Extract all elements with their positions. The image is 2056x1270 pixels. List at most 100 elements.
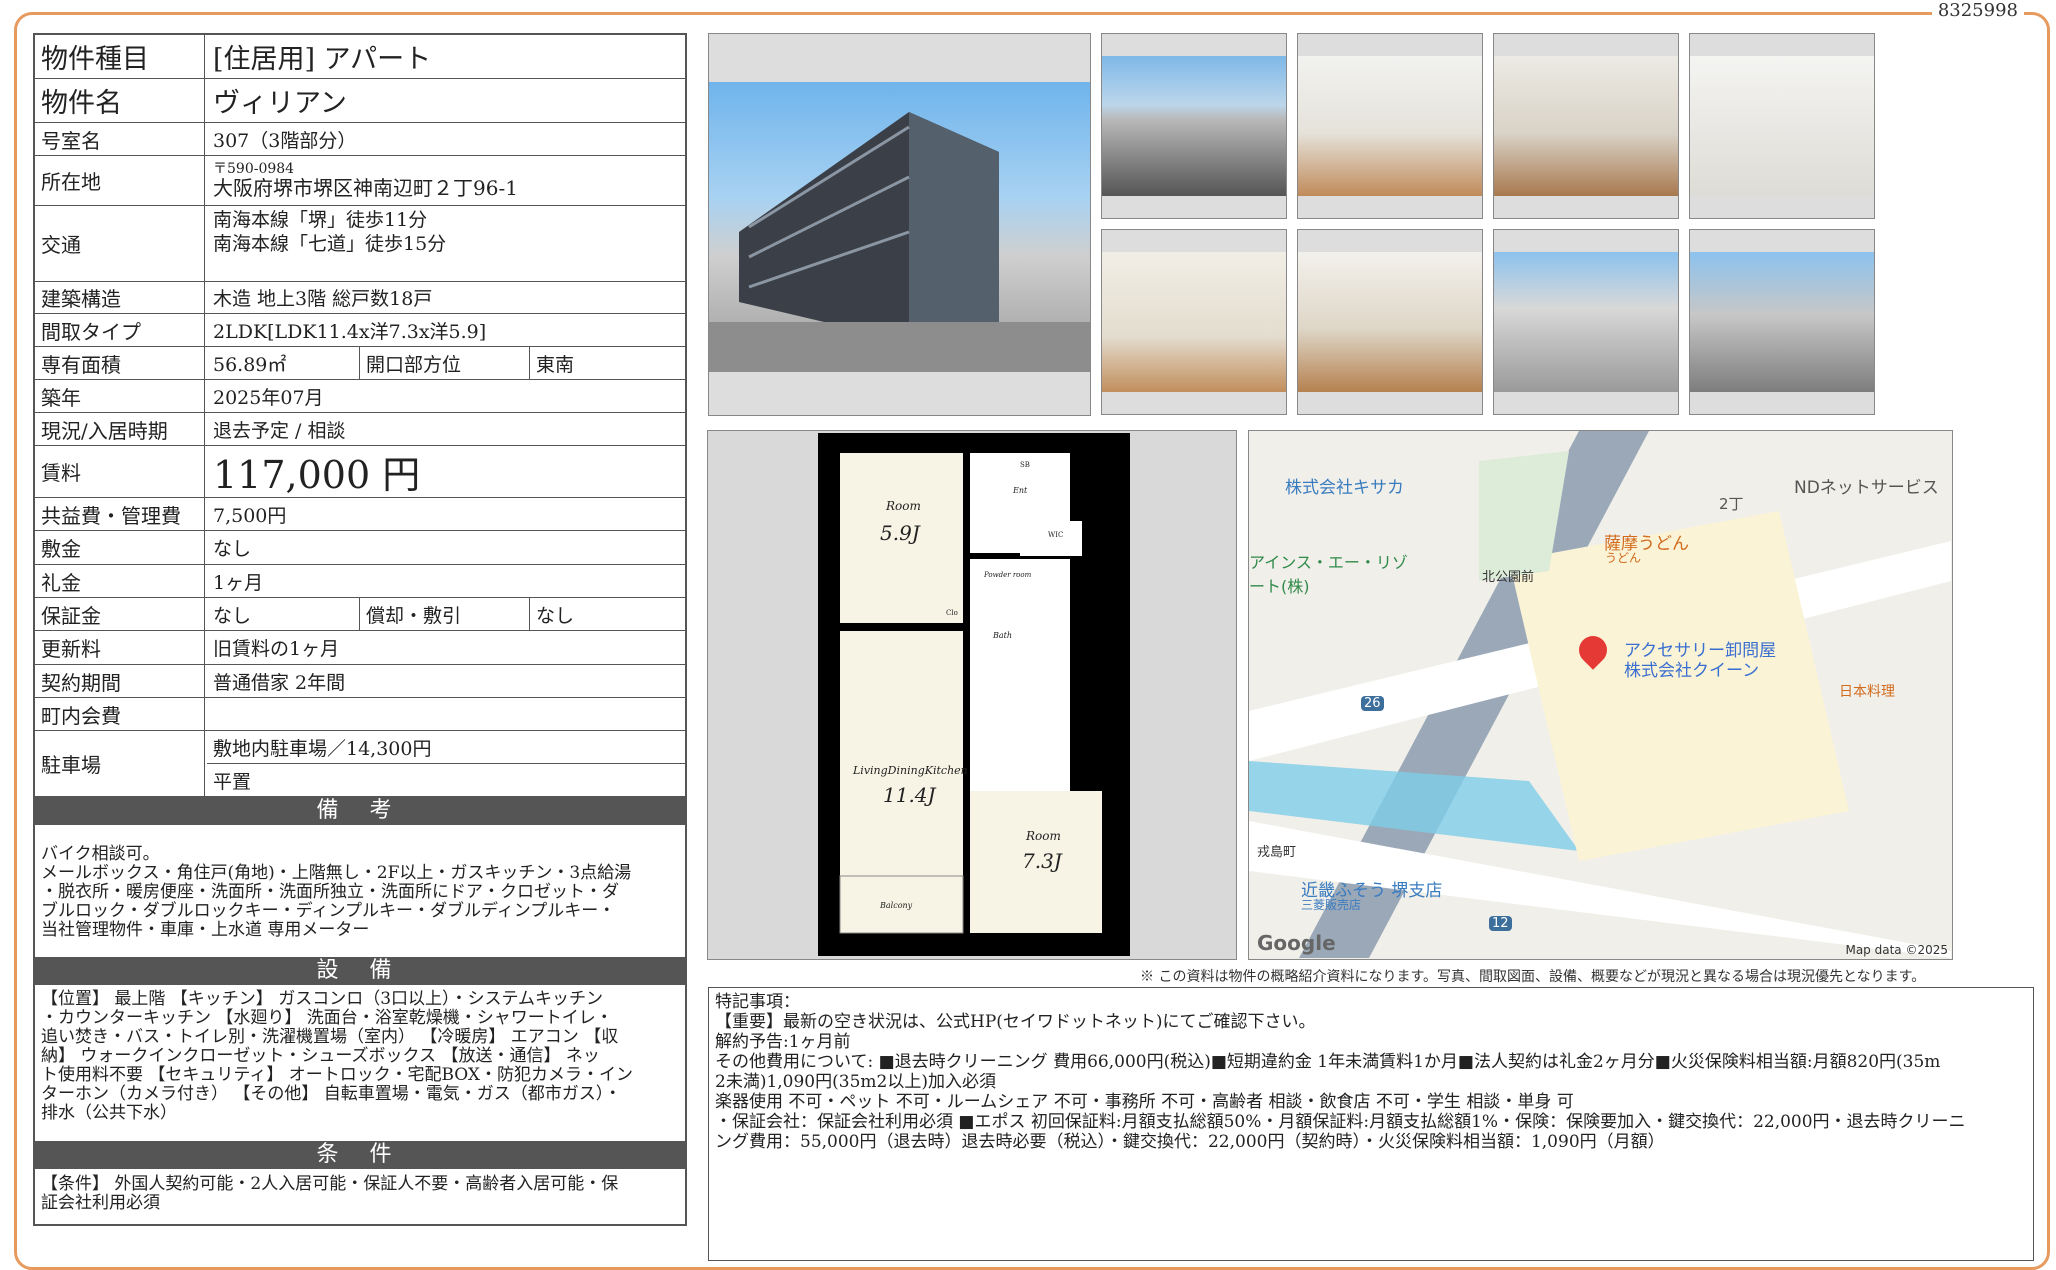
name-label: 物件名: [35, 79, 205, 122]
type-value: [住居用] アパート: [213, 44, 432, 75]
map-label-kisaka: 株式会社キサカ: [1285, 478, 1404, 498]
fp-clo-label: Clo: [946, 609, 958, 617]
amort-value: なし: [529, 598, 685, 630]
town-label: 町内会費: [35, 698, 205, 730]
deposit-value: なし: [213, 538, 252, 560]
fee-value: 7,500円: [213, 504, 287, 527]
map-label-eins: アインス・エー・リゾート(株): [1249, 553, 1408, 596]
amort-label: 償却・敷引: [359, 598, 529, 630]
row-status: 現況/入居時期 退去予定 / 相談: [35, 413, 685, 446]
row-room: 号室名 307（3階部分）: [35, 123, 685, 156]
remarks-title: 備 考: [35, 797, 685, 825]
renewal-value: 旧賃料の1ヶ月: [213, 638, 340, 660]
row-contract: 契約期間 普通借家 2年間: [35, 665, 685, 698]
built-value: 2025年07月: [213, 386, 324, 409]
address-cell: 〒590-0984 大阪府堺市堺区神南辺町２丁96-1: [207, 156, 685, 205]
room-value: 307（3階部分）: [213, 129, 357, 152]
keymoney-label: 礼金: [35, 565, 205, 597]
rent-value: 117,000 円: [213, 453, 421, 497]
conditions-text: 【条件】 外国人契約可能・2人入居可能・保証人不要・高齢者入居可能・保 証会社利…: [41, 1174, 619, 1213]
layout-value: 2LDK[LDK11.4x洋7.3x洋5.9]: [213, 320, 487, 343]
building-illustration: [709, 112, 1090, 372]
parking-label: 駐車場: [35, 731, 205, 796]
property-table: 物件種目 [住居用] アパート 物件名 ヴィリアン 号室名 307（3階部分） …: [33, 33, 687, 1226]
fp-wic-label: WIC: [1048, 531, 1064, 539]
thumb-living[interactable]: [1493, 33, 1679, 219]
thumb-room[interactable]: [1101, 229, 1287, 415]
map-label-queen: 株式会社クイーン: [1624, 661, 1760, 681]
room-label: 号室名: [35, 123, 205, 155]
floor-plan[interactable]: Room 5.9J LivingDiningKitchen 11.4J Room…: [707, 430, 1237, 960]
address-zip: 〒590-0984: [213, 160, 295, 177]
thumb-kitchen[interactable]: [1297, 33, 1483, 219]
remarks-text: バイク相談可。 メールボックス・角住戸(角地)・上階無し・2F以上・ガスキッチン…: [41, 844, 632, 940]
transport-2: 南海本線「七道」徒歩15分: [213, 233, 447, 255]
fp-ldk-size: 11.4J: [883, 783, 936, 807]
direction-label: 開口部方位: [359, 347, 529, 379]
map-label-udon: うどん: [1605, 551, 1642, 565]
row-deposit: 敷金 なし: [35, 531, 685, 565]
rent-label: 賃料: [35, 446, 205, 497]
address-label: 所在地: [35, 156, 205, 205]
parking-2: 平置: [213, 771, 252, 793]
fp-balcony-label: Balcony: [880, 901, 913, 910]
map-label-ebisujima: 戎島町: [1257, 845, 1297, 860]
status-value: 退去予定 / 相談: [213, 419, 346, 442]
area-value: 56.89㎡: [213, 353, 287, 376]
row-layout: 間取タイプ 2LDK[LDK11.4x洋7.3x洋5.9]: [35, 314, 685, 347]
equipment-title: 設 備: [35, 957, 685, 985]
layout-label: 間取タイプ: [35, 314, 205, 346]
built-label: 築年: [35, 380, 205, 412]
map-attribution: Map data ©2025: [1845, 943, 1948, 957]
row-rent: 賃料 117,000 円: [35, 446, 685, 498]
deposit-label: 敷金: [35, 531, 205, 564]
type-label: 物件種目: [35, 35, 205, 78]
transport-cell: 南海本線「堺」徒歩11分 南海本線「七道」徒歩15分: [207, 206, 685, 281]
thumb-bicycle-parking[interactable]: [1493, 229, 1679, 415]
fee-label: 共益費・管理費: [35, 498, 205, 530]
thumb-hallway[interactable]: [1297, 229, 1483, 415]
row-transport: 交通 南海本線「堺」徒歩11分 南海本線「七道」徒歩15分: [35, 206, 685, 282]
structure-label: 建築構造: [35, 282, 205, 313]
area-label: 専有面積: [35, 347, 205, 379]
row-fee: 共益費・管理費 7,500円: [35, 498, 685, 531]
location-map[interactable]: 株式会社キサカ NDネットサービス 薩摩うどん うどん アインス・エー・リゾート…: [1248, 430, 1953, 960]
town-value: [207, 698, 685, 730]
row-address: 所在地 〒590-0984 大阪府堺市堺区神南辺町２丁96-1: [35, 156, 685, 206]
thumb-garbage-station[interactable]: [1689, 229, 1875, 415]
fp-ldk-label: LivingDiningKitchen: [853, 764, 968, 777]
guarantee-label: 保証金: [35, 598, 205, 630]
map-route-26: 26: [1361, 696, 1384, 711]
document-id: 8325998: [1931, 0, 2024, 21]
conditions-title: 条 件: [35, 1141, 685, 1169]
row-name: 物件名 ヴィリアン: [35, 79, 685, 123]
fp-entrance-label: Ent: [1013, 486, 1028, 495]
contract-value: 普通借家 2年間: [213, 671, 346, 694]
thumb-parking[interactable]: [1101, 33, 1287, 219]
fp-powder-label: Powder room: [984, 571, 1032, 579]
row-town: 町内会費: [35, 698, 685, 731]
thumb-bathroom[interactable]: [1689, 33, 1875, 219]
map-label-2chome: 2丁: [1719, 495, 1744, 513]
fp-room1-size: 5.9J: [880, 521, 920, 545]
status-label: 現況/入居時期: [35, 413, 205, 445]
row-built: 築年 2025年07月: [35, 380, 685, 413]
row-structure: 建築構造 木造 地上3階 総戸数18戸: [35, 282, 685, 314]
row-parking: 駐車場 敷地内駐車場／14,300円 平置: [35, 731, 685, 797]
contract-label: 契約期間: [35, 665, 205, 697]
map-route-12: 12: [1489, 916, 1512, 931]
equipment-text: 【位置】 最上階 【キッチン】 ガスコンロ（3口以上）・システムキッチン ・カウ…: [41, 989, 633, 1123]
map-label-mitsubishi: 三菱販売店: [1301, 898, 1362, 912]
structure-value: 木造 地上3階 総戸数18戸: [213, 288, 433, 310]
main-photo-exterior[interactable]: [708, 33, 1091, 416]
row-renewal: 更新料 旧賃料の1ヶ月: [35, 631, 685, 665]
floor-plan-drawing: [818, 433, 1130, 956]
map-label-kitakoen: 北公園前: [1482, 570, 1535, 585]
row-keymoney: 礼金 1ヶ月: [35, 565, 685, 598]
address-value: 大阪府堺市堺区神南辺町２丁96-1: [213, 175, 518, 200]
parking-1: 敷地内駐車場／14,300円: [207, 731, 685, 764]
row-type: 物件種目 [住居用] アパート: [35, 35, 685, 79]
guarantee-value: なし: [213, 604, 252, 627]
special-notes: 特記事項： 【重要】最新の空き状況は、公式HP(セイワドットネット)にてご確認下…: [708, 987, 2034, 1261]
fp-bath-label: Bath: [993, 631, 1013, 640]
